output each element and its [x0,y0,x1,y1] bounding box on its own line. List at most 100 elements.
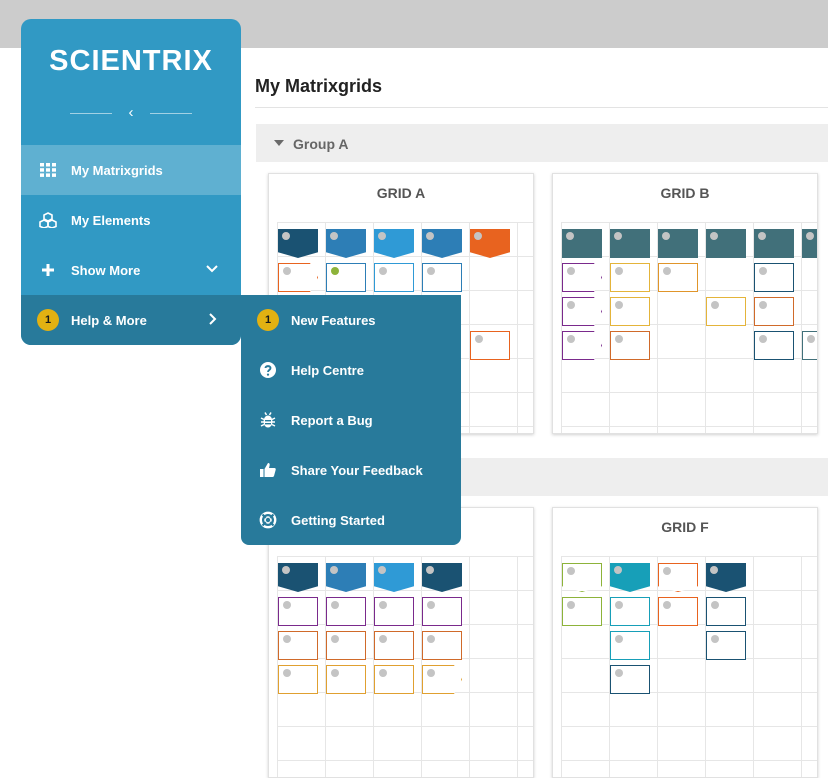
grid-tile[interactable] [422,631,462,660]
grid-tile[interactable] [422,563,462,592]
grid-area [561,556,817,777]
sidebar-item-label: Show More [71,263,141,278]
submenu-item-share-your-feedback[interactable]: Share Your Feedback [241,445,461,495]
thumbs-up-icon [260,463,276,477]
grid-area [561,222,817,433]
title-divider [255,107,828,108]
grid-tile[interactable] [658,229,698,258]
grid-tile[interactable] [610,229,650,258]
grid-tile[interactable] [374,263,414,292]
grid-tile[interactable] [802,331,817,360]
grid-tile[interactable] [278,597,318,626]
grid-tile[interactable] [278,631,318,660]
divider-line [150,113,192,114]
grid-tile[interactable] [562,597,602,626]
submenu-item-report-a-bug[interactable]: Report a Bug [241,395,461,445]
sidebar-item-my-elements[interactable]: My Elements [21,195,241,245]
grid-tile[interactable] [754,297,794,326]
grid-tile[interactable] [422,665,462,694]
grid-tile[interactable] [278,263,318,292]
grid-tile[interactable] [610,597,650,626]
grid-tile[interactable] [562,563,602,592]
grid-tile[interactable] [278,665,318,694]
collapse-control: ‹ [70,105,192,121]
plus-icon [42,264,54,276]
grid-tile[interactable] [422,263,462,292]
grid-tile[interactable] [610,331,650,360]
grid-tile[interactable] [754,263,794,292]
grid-tile[interactable] [706,229,746,258]
grid-tile[interactable] [706,631,746,660]
group-header-a[interactable]: Group A [256,124,828,162]
notification-badge: 1 [257,309,279,331]
grid-tile[interactable] [326,665,366,694]
grid-tile[interactable] [610,563,650,592]
grid-tile[interactable] [754,331,794,360]
grid-tile[interactable] [706,563,746,592]
grid-card-b[interactable]: GRID B [552,173,818,434]
logo: SCIENTRIX [49,45,213,77]
sidebar-item-help-and-more[interactable]: 1 Help & More [21,295,241,345]
grid-tile[interactable] [278,563,318,592]
grid-tile[interactable] [562,297,602,326]
grid-tile[interactable] [374,597,414,626]
submenu-item-label: Help Centre [291,363,364,378]
submenu-item-getting-started[interactable]: Getting Started [241,495,461,545]
submenu-item-label: Share Your Feedback [291,463,423,478]
grid-tile[interactable] [706,297,746,326]
grid-tile[interactable] [610,297,650,326]
grid-tile[interactable] [326,229,366,258]
sidebar: SCIENTRIX ‹ My Matrixgrids My Elements S… [21,19,241,345]
grid-tile[interactable] [658,563,698,592]
grid-tile[interactable] [374,631,414,660]
group-title: Group A [293,136,349,152]
sidebar-item-label: My Elements [71,213,151,228]
grid-title: GRID F [661,519,709,535]
sidebar-item-label: My Matrixgrids [71,163,163,178]
grid-tile[interactable] [422,229,462,258]
submenu-item-label: Getting Started [291,513,385,528]
submenu-item-label: Report a Bug [291,413,373,428]
divider-line [70,113,112,114]
grid-tile[interactable] [374,563,414,592]
help-submenu: 1 New Features Help Centre Report a Bug … [241,295,461,545]
grid-tile[interactable] [610,665,650,694]
grid-tile[interactable] [326,597,366,626]
sidebar-item-my-matrixgrids[interactable]: My Matrixgrids [21,145,241,195]
submenu-item-help-centre[interactable]: Help Centre [241,345,461,395]
submenu-item-new-features[interactable]: 1 New Features [241,295,461,345]
grid-tile[interactable] [470,331,510,360]
grid-tile[interactable] [706,597,746,626]
submenu-item-label: New Features [291,313,376,328]
grid-tile[interactable] [374,229,414,258]
cubes-icon [39,212,57,228]
sidebar-item-show-more[interactable]: Show More [21,245,241,295]
grid-tile[interactable] [326,563,366,592]
grid-tile[interactable] [754,229,794,258]
grid-tile[interactable] [470,229,510,258]
grid-tile[interactable] [562,229,602,258]
grid-tile[interactable] [658,597,698,626]
grid-tile[interactable] [326,631,366,660]
caret-down-icon [274,140,284,146]
chevron-right-icon [209,313,217,325]
grid-tile[interactable] [374,665,414,694]
collapse-chevron-icon[interactable]: ‹ [126,105,136,121]
grid-title: GRID A [376,185,426,201]
sidebar-item-label: Help & More [71,313,147,328]
grid-tile[interactable] [422,597,462,626]
notification-badge: 1 [37,309,59,331]
grid-card-e[interactable] [268,507,534,778]
grid-tile[interactable] [326,263,366,292]
grid-tile[interactable] [610,631,650,660]
grid-tile[interactable] [562,263,602,292]
grid-area [277,556,533,777]
grid-tile[interactable] [610,263,650,292]
grid-card-f[interactable]: GRID F [552,507,818,778]
question-circle-icon [260,362,276,378]
grid-title: GRID B [660,185,710,201]
grid-tile[interactable] [802,229,817,258]
grid-tile[interactable] [278,229,318,258]
grid-tile[interactable] [658,263,698,292]
grid-tile[interactable] [562,331,602,360]
